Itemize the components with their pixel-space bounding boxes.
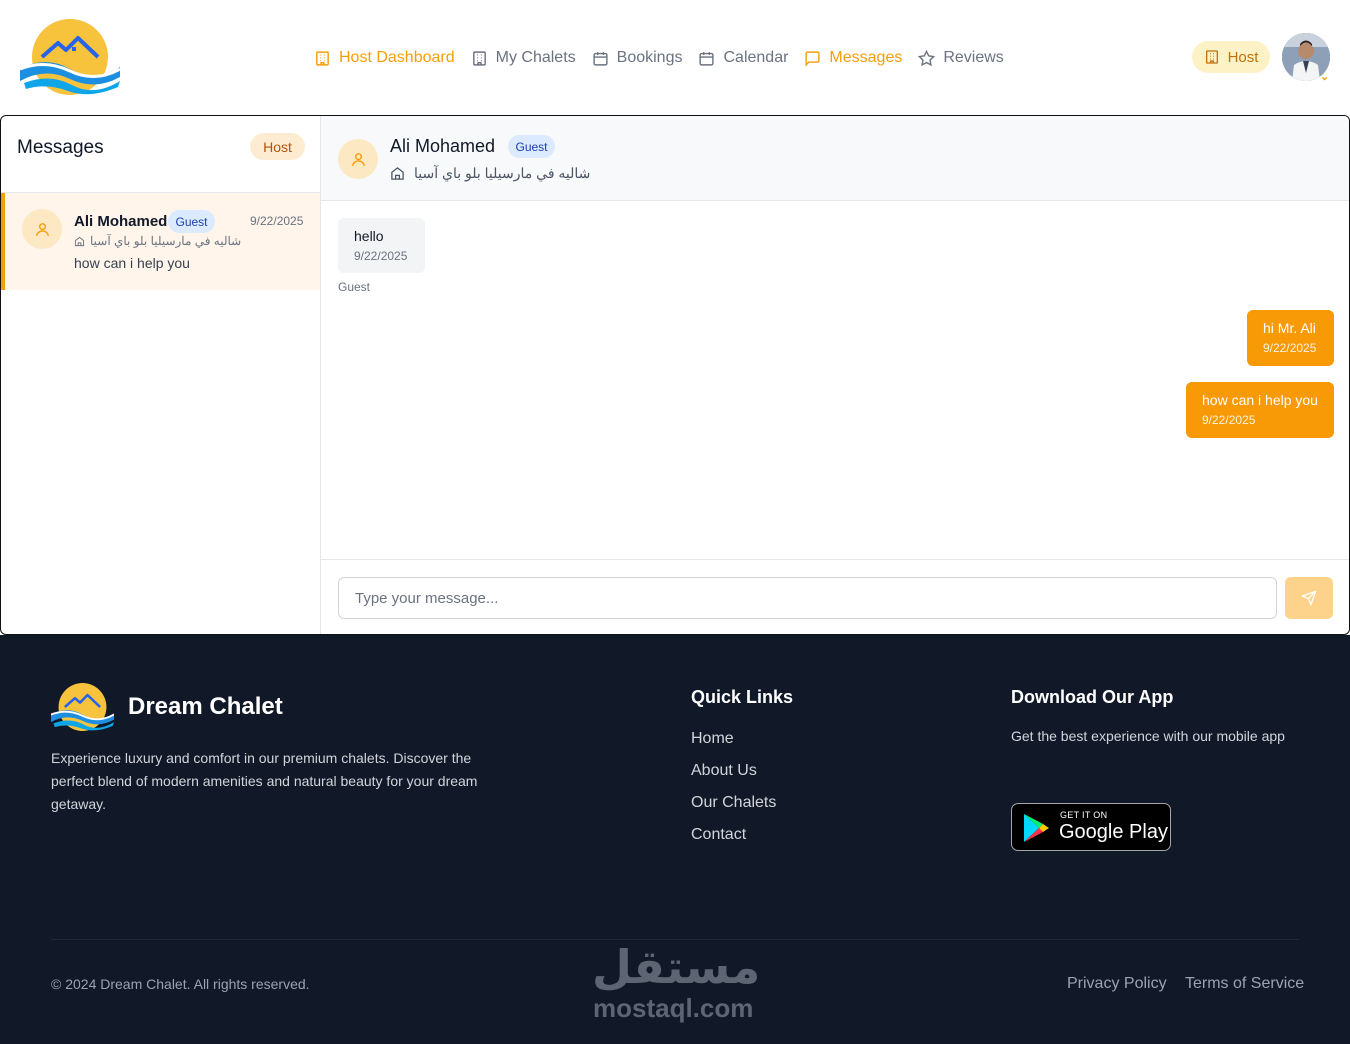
message-input[interactable] <box>338 577 1277 619</box>
footer-link-home[interactable]: Home <box>691 730 734 748</box>
message-time: 9/22/2025 <box>354 249 408 263</box>
building-icon <box>316 50 329 66</box>
chat-chalet: شاليه في مارسيليا بلو باي آسيا <box>390 165 590 182</box>
download-app-title: Download Our App <box>1011 687 1174 707</box>
host-role-button[interactable]: Host <box>1192 41 1270 73</box>
incoming-message: hello 9/22/2025 <box>338 218 425 273</box>
conversation-last-message: how can i help you <box>74 255 190 271</box>
top-header: Host Dashboard My Chalets Bookings Calen… <box>0 0 1350 115</box>
chat-chalet-name: شاليه في مارسيليا بلو باي آسيا <box>414 165 591 181</box>
footer-link-chalets[interactable]: Our Chalets <box>691 794 776 812</box>
message-icon <box>805 50 821 67</box>
calendar-icon <box>699 51 715 66</box>
messages-panel: Messages Host Ali Mohamed Guest 9/22/202… <box>0 115 1350 635</box>
outgoing-message: hi Mr. Ali 9/22/2025 <box>1247 310 1334 366</box>
conversation-chalet-name: شاليه في مارسيليا بلو باي آسيا <box>90 234 242 248</box>
guest-badge: Guest <box>508 135 555 158</box>
guest-badge: Guest <box>168 210 215 233</box>
nav-my-chalets[interactable]: My Chalets <box>471 49 576 67</box>
host-role-label: Host <box>1227 48 1259 66</box>
nav-label: My Chalets <box>495 49 576 66</box>
user-icon <box>338 139 378 179</box>
building-icon <box>472 50 486 66</box>
quick-links-title: Quick Links <box>691 687 794 707</box>
nav-label: Reviews <box>943 49 1004 66</box>
conversation-sidebar: Messages Host Ali Mohamed Guest 9/22/202… <box>1 116 321 634</box>
chat-contact-name: Ali Mohamed <box>390 136 496 156</box>
dream-chalet-logo[interactable] <box>20 19 120 95</box>
footer-link-about[interactable]: About Us <box>691 762 757 780</box>
message-composer <box>321 559 1349 634</box>
message-time: 9/22/2025 <box>1263 341 1317 355</box>
chat-area: Ali Mohamed Guest شاليه في مارسيليا بلو … <box>321 116 1349 634</box>
user-icon <box>22 209 62 249</box>
send-button[interactable] <box>1285 577 1333 619</box>
home-icon <box>74 236 85 246</box>
message-text: how can i help you <box>1202 392 1318 408</box>
watermark-arabic: مستقل <box>592 940 761 994</box>
nav-host-dashboard[interactable]: Host Dashboard <box>314 49 455 67</box>
conversation-date: 9/22/2025 <box>250 214 304 228</box>
google-play-button[interactable]: GET IT ON Google Play <box>1011 803 1171 851</box>
dream-chalet-logo[interactable] <box>51 683 114 731</box>
star-icon <box>918 49 936 66</box>
sidebar-title: Messages <box>17 137 104 158</box>
host-badge: Host <box>250 133 305 160</box>
home-icon <box>391 167 404 180</box>
message-time: 9/22/2025 <box>1202 413 1256 427</box>
google-play-small-text: GET IT ON <box>1060 810 1108 820</box>
message-text: hello <box>354 228 384 244</box>
outgoing-message: how can i help you 9/22/2025 <box>1186 382 1334 438</box>
message-sender: Guest <box>338 280 371 294</box>
conversation-chalet: شاليه في مارسيليا بلو باي آسيا <box>74 234 241 248</box>
footer-description: Experience luxury and comfort in our pre… <box>51 750 478 812</box>
chevron-down-icon: ⌄ <box>1320 71 1330 83</box>
nav-reviews[interactable]: Reviews <box>918 49 1004 67</box>
conversation-item[interactable]: Ali Mohamed Guest 9/22/2025 شاليه في مار… <box>1 193 320 290</box>
footer-brand: Dream Chalet <box>128 693 283 720</box>
watermark-english: mostaql.com <box>593 993 754 1023</box>
terms-of-service-link[interactable]: Terms of Service <box>1185 975 1304 993</box>
calendar-icon <box>593 51 608 66</box>
send-icon <box>1301 590 1317 606</box>
nav-label: Messages <box>829 49 903 66</box>
nav-label: Host Dashboard <box>339 49 455 66</box>
conversation-name: Ali Mohamed <box>74 213 168 230</box>
message-text: hi Mr. Ali <box>1263 320 1316 336</box>
nav-messages[interactable]: Messages <box>804 49 902 67</box>
sidebar-header: Messages Host <box>1 116 320 193</box>
google-play-icon <box>1024 814 1049 842</box>
footer-link-contact[interactable]: Contact <box>691 826 746 844</box>
google-play-big-text: Google Play <box>1059 821 1168 843</box>
nav-label: Calendar <box>723 49 789 66</box>
site-footer: Dream Chalet Experience luxury and comfo… <box>0 635 1350 1044</box>
download-app-description: Get the best experience with our mobile … <box>1011 728 1285 744</box>
chat-header: Ali Mohamed Guest شاليه في مارسيليا بلو … <box>321 116 1349 201</box>
privacy-policy-link[interactable]: Privacy Policy <box>1067 975 1167 993</box>
building-icon <box>1205 50 1218 64</box>
nav-bookings[interactable]: Bookings <box>592 49 683 67</box>
main-nav: Host Dashboard My Chalets Bookings Calen… <box>314 45 1020 71</box>
nav-calendar[interactable]: Calendar <box>698 49 788 67</box>
nav-label: Bookings <box>616 49 683 66</box>
footer-copyright: © 2024 Dream Chalet. All rights reserved… <box>51 976 310 992</box>
